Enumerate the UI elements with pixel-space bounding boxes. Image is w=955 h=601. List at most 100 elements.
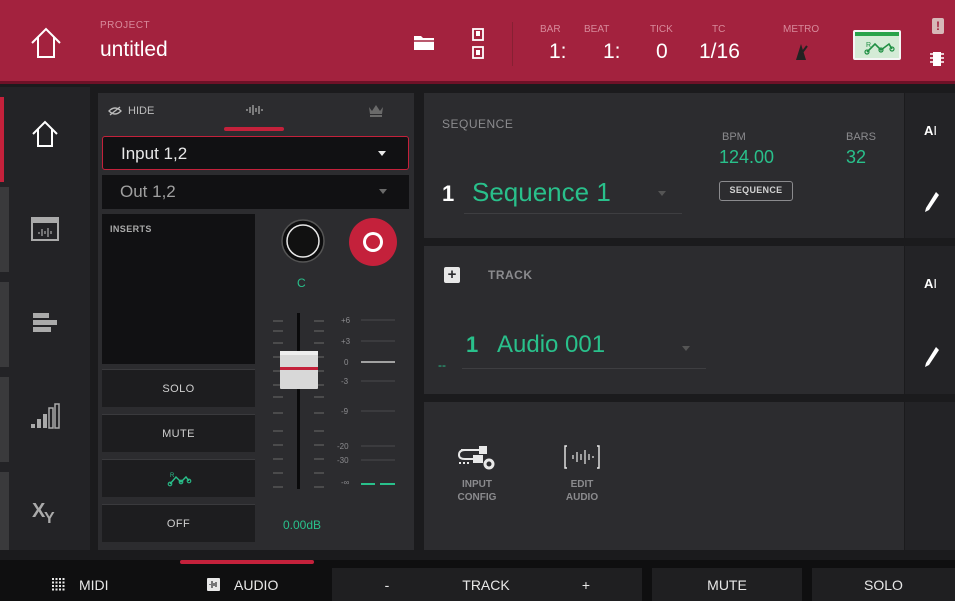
- scale-label: +3: [341, 337, 351, 346]
- inserts-label: INSERTS: [110, 224, 152, 234]
- pencil-icon[interactable]: [924, 191, 940, 213]
- chevron-down-icon: [682, 346, 690, 351]
- nav-waveform[interactable]: [20, 204, 70, 254]
- rename-track-icon[interactable]: AI: [924, 276, 937, 291]
- tick-label: TICK: [650, 24, 673, 35]
- channel-tabs: HIDE: [98, 93, 414, 131]
- chevron-down-icon: [658, 191, 666, 196]
- pencil-icon[interactable]: [924, 346, 940, 368]
- channel-strip-panel: HIDE Input 1,2 Out 1,2 INSERTS SOLO MUTE…: [98, 93, 414, 550]
- mute-button[interactable]: MUTE: [102, 414, 255, 452]
- mute-button[interactable]: MUTE: [652, 568, 802, 601]
- pad-mode-icon[interactable]: [471, 27, 485, 61]
- input-config-icon: [457, 446, 495, 470]
- edit-audio-icon: [564, 445, 600, 469]
- input-config-line2: CONFIG: [457, 492, 497, 503]
- nav-xy[interactable]: X Y: [20, 485, 70, 535]
- cpu-icon[interactable]: [930, 50, 944, 68]
- automation-button[interactable]: R: [853, 30, 901, 60]
- cursor-glyph: I: [933, 276, 938, 291]
- alert-icon[interactable]: !: [932, 18, 944, 34]
- beat-label: BEAT: [584, 24, 610, 35]
- nav-divider: [0, 187, 9, 272]
- scale-label: -3: [341, 377, 349, 386]
- hide-tab[interactable]: HIDE: [108, 105, 154, 117]
- pan-knob[interactable]: [281, 219, 325, 263]
- track-label: TRACK: [488, 268, 533, 282]
- track-number: 1: [466, 332, 479, 357]
- scale-label: -9: [341, 407, 349, 416]
- track-tools-panel: INPUT CONFIG EDIT AUDIO: [424, 402, 904, 550]
- bottom-bar: MIDI AUDIO - TRACK + MUTE SOLO: [0, 560, 955, 601]
- track-next-button[interactable]: +: [530, 568, 642, 601]
- bars-label: BARS: [846, 131, 876, 143]
- home-icon[interactable]: [28, 25, 64, 61]
- input-config-line1: INPUT: [462, 479, 492, 490]
- track-underline: [462, 368, 706, 369]
- bar-value[interactable]: 1:: [549, 40, 567, 64]
- automation-icon: R: [864, 42, 895, 55]
- sequence-underline: [464, 213, 682, 214]
- monitor-off-button[interactable]: OFF: [102, 504, 255, 542]
- fader-handle[interactable]: [280, 351, 318, 389]
- project-name[interactable]: untitled: [100, 38, 168, 62]
- track-label: TRACK: [442, 568, 530, 601]
- audio-tab-icon[interactable]: [244, 103, 264, 117]
- top-bar: PROJECT untitled BAR 1: BEAT 1: TICK 0 T…: [0, 0, 955, 84]
- nav-arrange[interactable]: [20, 297, 70, 347]
- input-select[interactable]: Input 1,2: [102, 136, 409, 170]
- input-config-button[interactable]: INPUT CONFIG: [442, 442, 512, 504]
- fader-track: [297, 313, 300, 489]
- midi-tab[interactable]: MIDI: [20, 568, 155, 601]
- solo-button[interactable]: SOLO: [102, 369, 255, 407]
- edit-audio-button[interactable]: EDIT AUDIO: [547, 442, 617, 504]
- add-track-button[interactable]: +: [444, 267, 460, 283]
- meter-guides: [361, 319, 395, 461]
- scale-label: -∞: [341, 478, 350, 487]
- folder-icon[interactable]: [413, 33, 435, 51]
- edit-audio-line1: EDIT: [570, 479, 594, 490]
- pan-value: C: [297, 276, 306, 290]
- bpm-value[interactable]: 124.00: [719, 147, 774, 168]
- output-select[interactable]: Out 1,2: [102, 175, 409, 209]
- nav-mixer[interactable]: [20, 392, 70, 442]
- edit-audio-line2: AUDIO: [565, 492, 599, 503]
- nav-active-marker: [0, 97, 4, 182]
- divider: [512, 22, 513, 66]
- sequence-mode-badge[interactable]: SEQUENCE: [719, 181, 793, 201]
- record-arm-button[interactable]: [349, 218, 397, 266]
- active-tab-underline: [180, 560, 314, 564]
- bars-value[interactable]: 32: [846, 147, 866, 168]
- tools-side-empty: [905, 402, 955, 550]
- track-prev-button[interactable]: -: [332, 568, 442, 601]
- master-crown-icon[interactable]: [368, 103, 384, 117]
- metronome-icon[interactable]: [790, 41, 812, 61]
- track-panel: + TRACK -- 1 Audio 001: [424, 246, 904, 394]
- nav-divider: [0, 377, 9, 462]
- metro-label: METRO: [783, 24, 820, 35]
- level-bars-icon: [31, 403, 60, 429]
- sequence-number: 1: [442, 181, 455, 206]
- home-icon: [32, 120, 58, 147]
- input-value: Input 1,2: [121, 144, 188, 163]
- tick-value[interactable]: 0: [656, 40, 668, 64]
- bar-label: BAR: [540, 24, 561, 35]
- track-name[interactable]: Audio 001: [497, 331, 605, 359]
- volume-fader[interactable]: +6 +3 0 -3 -9 -20 -30 -∞: [263, 313, 413, 513]
- automation-read-button[interactable]: R: [102, 459, 255, 497]
- tc-value[interactable]: 1/16: [699, 40, 740, 64]
- rename-sequence-icon[interactable]: AI: [924, 123, 937, 138]
- beat-value[interactable]: 1:: [603, 40, 621, 64]
- rename-glyph: A: [924, 123, 934, 138]
- nav-home[interactable]: [20, 109, 70, 159]
- hide-eye-icon: [108, 106, 122, 116]
- solo-button[interactable]: SOLO: [812, 568, 955, 601]
- sequence-side-tools: AI: [905, 93, 955, 238]
- grid-icon: [52, 578, 65, 591]
- automation-icon: R: [167, 473, 191, 486]
- sequence-label: SEQUENCE: [442, 117, 514, 131]
- audio-tab[interactable]: AUDIO: [180, 568, 314, 601]
- sequence-name[interactable]: Sequence 1: [472, 177, 611, 208]
- audio-wave-icon: [207, 578, 220, 591]
- inserts-slot[interactable]: INSERTS: [102, 214, 255, 364]
